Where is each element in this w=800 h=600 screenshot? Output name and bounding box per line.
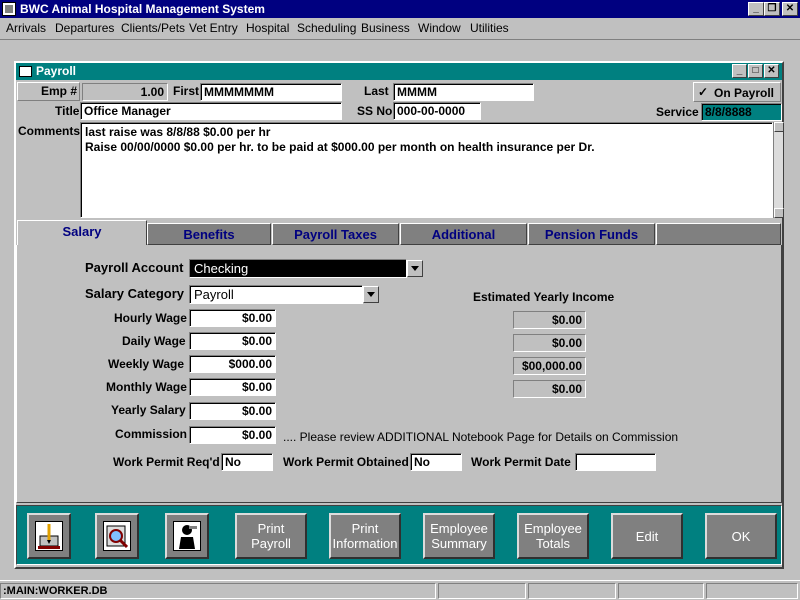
estimated-hourly-value: $0.00 [513,311,586,329]
app-title-bar: BWC Animal Hospital Management System _ … [0,0,800,18]
tab-empty [656,223,781,245]
yearly-salary-label: Yearly Salary [111,403,186,417]
first-name-field[interactable]: MMMMMMM [200,83,342,101]
menu-departures[interactable]: Departures [55,21,114,35]
scroll-down-button[interactable] [774,208,784,218]
ok-button[interactable]: OK [705,513,777,559]
tab-benefits[interactable]: Benefits [147,223,271,245]
payroll-account-select[interactable]: Checking [189,259,407,278]
tab-additional[interactable]: Additional [400,223,527,245]
payroll-title-bar: Payroll _ □ ✕ [16,63,782,80]
salary-category-dropdown-button[interactable] [363,286,379,303]
menu-business[interactable]: Business [361,21,410,35]
hourly-wage-field[interactable]: $0.00 [189,309,276,327]
estimated-daily-value: $0.00 [513,334,586,352]
first-name-label: First [173,84,200,98]
work-permit-reqd-label: Work Permit Req'd [113,455,220,469]
person-icon [173,521,201,551]
scroll-up-button[interactable] [774,122,784,132]
menu-window[interactable]: Window [418,21,461,35]
salary-category-label: Salary Category [85,286,184,301]
work-permit-obtained-label: Work Permit Obtained [283,455,409,469]
notes-button[interactable] [27,513,71,559]
close-button[interactable]: ✕ [782,2,798,16]
salary-category-select[interactable]: Payroll [189,285,363,304]
monthly-wage-field[interactable]: $0.00 [189,378,276,396]
monthly-wage-label: Monthly Wage [106,380,187,394]
menu-hospital[interactable]: Hospital [246,21,289,35]
notepad-pencil-icon [35,521,63,551]
service-label: Service [656,105,699,119]
menu-clients-pets[interactable]: Clients/Pets [121,21,185,35]
payroll-minimize-button[interactable]: _ [732,64,747,78]
status-cell-2 [438,583,526,599]
job-title-field[interactable]: Office Manager [80,102,342,120]
hourly-wage-label: Hourly Wage [114,311,187,325]
status-cell-3 [528,583,616,599]
title-label: Title [55,104,80,118]
yearly-salary-field[interactable]: $0.00 [189,402,276,420]
estimated-monthly-value: $0.00 [513,380,586,398]
status-path: :MAIN:WORKER.DB [0,583,436,599]
employee-summary-button[interactable]: Employee Summary [423,513,495,559]
search-records-button[interactable] [95,513,139,559]
payroll-title: Payroll [36,64,77,78]
payroll-maximize-button[interactable]: □ [748,64,763,78]
restore-button[interactable]: ❐ [764,2,780,16]
last-name-field[interactable]: MMMM [393,83,534,101]
ssno-field[interactable]: 000-00-0000 [393,102,481,120]
menu-vet-entry[interactable]: Vet Entry [189,21,238,35]
tab-salary[interactable]: Salary [17,220,147,246]
commission-label: Commission [115,427,188,441]
edit-button[interactable]: Edit [611,513,683,559]
work-permit-date-field[interactable] [575,453,656,471]
on-payroll-checkmark[interactable]: ✓ [698,86,710,98]
daily-wage-field[interactable]: $0.00 [189,332,276,350]
service-date-field[interactable]: 8/8/8888 [701,103,782,121]
menu-utilities[interactable]: Utilities [470,21,509,35]
comments-line-1: last raise was 8/8/88 $0.00 per hr [85,125,271,139]
status-cell-5 [706,583,798,599]
payroll-account-label: Payroll Account [85,260,184,275]
payroll-close-button[interactable]: ✕ [764,64,779,78]
app-title: BWC Animal Hospital Management System [20,2,265,16]
commission-field[interactable]: $0.00 [189,426,276,444]
app-icon[interactable] [2,2,16,16]
comments-label: Comments [18,124,81,138]
weekly-wage-label: Weekly Wage [108,357,185,371]
magnifier-document-icon [103,521,131,551]
status-bar: :MAIN:WORKER.DB [0,580,800,600]
on-payroll-label: On Payroll [714,86,775,100]
payroll-window-icon[interactable] [19,66,32,77]
emp-label: Emp # [41,84,78,98]
menu-bar: Arrivals Departures Clients/Pets Vet Ent… [0,18,800,40]
person-button[interactable] [165,513,209,559]
emp-number-field: 1.00 [82,83,168,101]
menu-scheduling[interactable]: Scheduling [297,21,356,35]
tab-pension-funds[interactable]: Pension Funds [528,223,655,245]
payroll-account-dropdown-button[interactable] [407,260,423,277]
ssno-label: SS No [357,104,393,118]
weekly-wage-field[interactable]: $000.00 [189,355,276,373]
work-permit-obtained-field[interactable]: No [410,453,462,471]
minimize-button[interactable]: _ [748,2,764,16]
comments-scrollbar[interactable] [773,122,784,218]
status-cell-4 [618,583,704,599]
estimated-weekly-value: $00,000.00 [513,357,586,375]
daily-wage-label: Daily Wage [122,334,186,348]
employee-totals-button[interactable]: Employee Totals [517,513,589,559]
comments-line-2: Raise 00/00/0000 $0.00 per hr. to be pai… [85,140,595,154]
work-permit-date-label: Work Permit Date [471,455,571,469]
tab-payroll-taxes[interactable]: Payroll Taxes [272,223,399,245]
menu-arrivals[interactable]: Arrivals [6,21,46,35]
last-name-label: Last [364,84,389,98]
print-payroll-button[interactable]: Print Payroll [235,513,307,559]
commission-note: .... Please review ADDITIONAL Notebook P… [283,430,679,444]
print-information-button[interactable]: Print Information [329,513,401,559]
estimated-yearly-income-label: Estimated Yearly Income [473,290,615,304]
comments-field[interactable]: last raise was 8/8/88 $0.00 per hr Raise… [80,122,773,218]
bottom-toolbar: Print Payroll Print Information Employee… [16,505,782,565]
work-permit-reqd-field[interactable]: No [221,453,273,471]
